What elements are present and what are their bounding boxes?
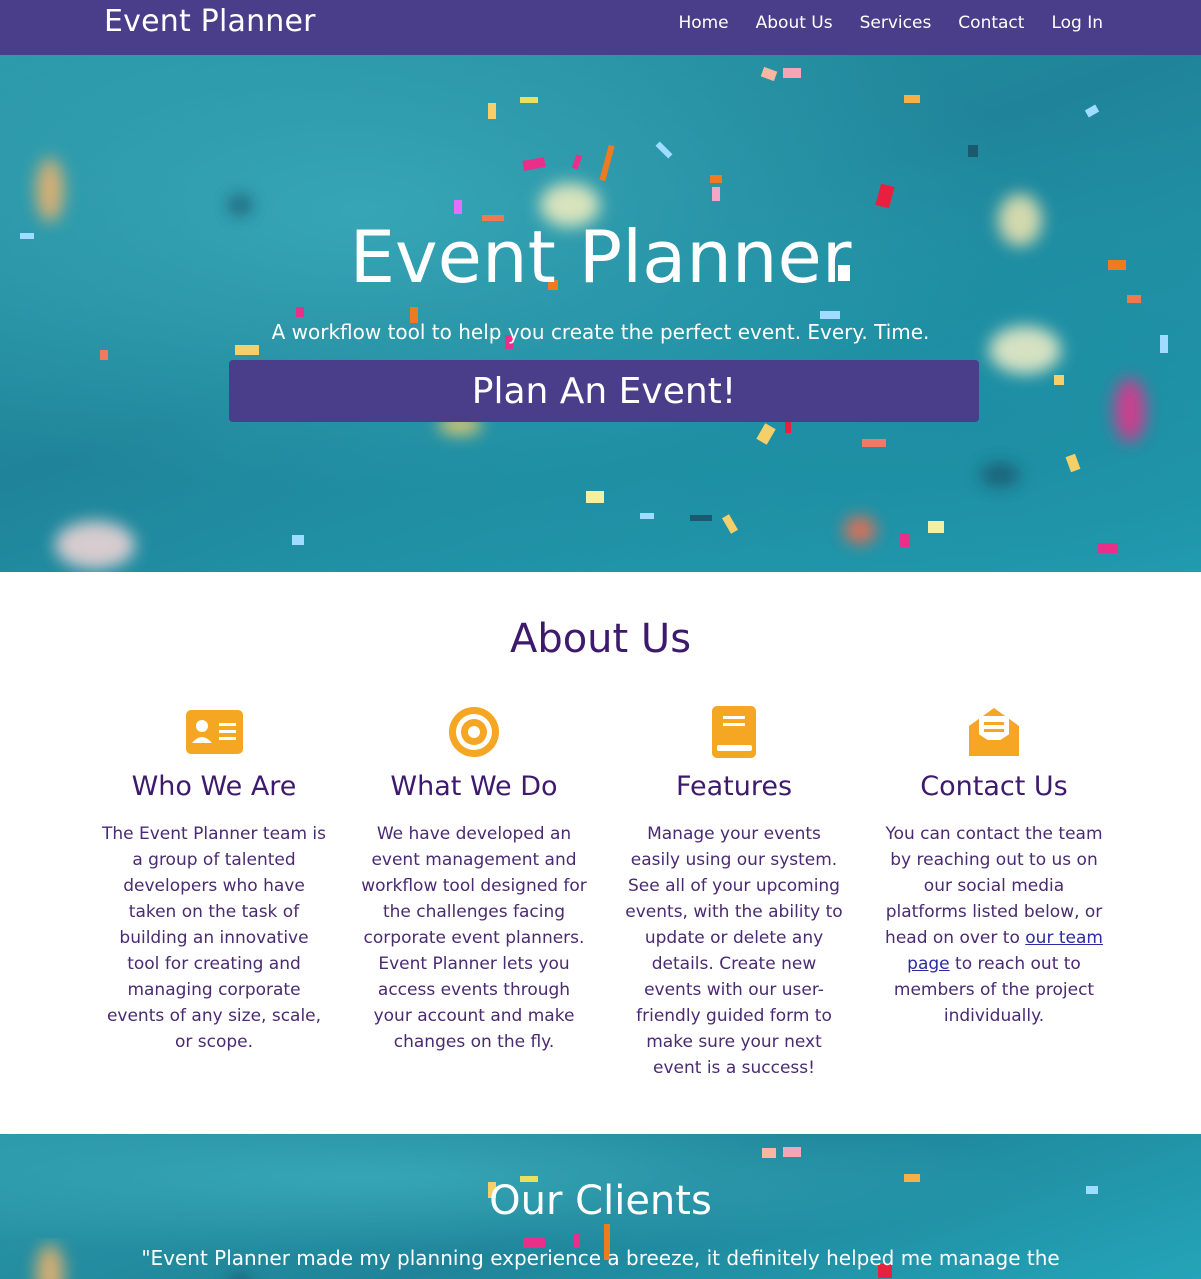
nav-link-home[interactable]: Home [678,13,728,33]
about-column-what-we-do: What We Do We have developed an event ma… [361,704,587,1055]
about-column-features: Features Manage your events easily using… [621,704,847,1081]
navbar: Event Planner Home About Us Services Con… [0,0,1201,55]
who-we-are-text: The Event Planner team is a group of tal… [101,824,326,1052]
id-card-icon [186,710,243,754]
nav-link-about-us[interactable]: About Us [756,13,833,33]
nav-links: Home About Us Services Contact Log In [651,13,1103,33]
contact-us-text: You can contact the team by reaching out… [881,821,1107,1029]
features-heading: Features [675,771,793,802]
nav-link-services[interactable]: Services [860,13,932,33]
contact-us-heading: Contact Us [920,771,1068,802]
about-column-who-we-are: Who We Are The Event Planner team is a g… [101,704,327,1055]
hero-section: Event Planner A workflow tool to help yo… [0,55,1201,572]
nav-link-contact[interactable]: Contact [958,13,1024,33]
who-we-are-heading: Who We Are [131,771,297,802]
what-we-do-heading: What We Do [390,771,558,802]
brand-logo[interactable]: Event Planner [104,4,316,39]
about-column-contact-us: Contact Us You can contact the team by r… [881,704,1107,1029]
confetti-background-image [20,66,1168,569]
bullseye-icon [449,707,499,757]
what-we-do-text: We have developed an event management an… [361,824,587,1052]
hero-title: Event Planner [349,215,852,299]
nav-link-log-in[interactable]: Log In [1051,13,1103,33]
envelope-open-icon [969,708,1019,756]
book-icon [712,706,756,758]
hero-subtitle: A workflow tool to help you create the p… [271,320,930,344]
our-clients-section: Our Clients "Event Planner made my plann… [0,1134,1201,1279]
about-us-heading: About Us [509,616,692,662]
plan-an-event-button[interactable]: Plan An Event! [229,360,979,422]
about-us-section: About Us Who We Are The Event Planner te… [0,572,1201,1134]
features-text: Manage your events easily using our syst… [625,824,843,1078]
client-testimonial-quote: "Event Planner made my planning experien… [141,1246,1060,1270]
our-clients-heading: Our Clients [489,1178,712,1224]
